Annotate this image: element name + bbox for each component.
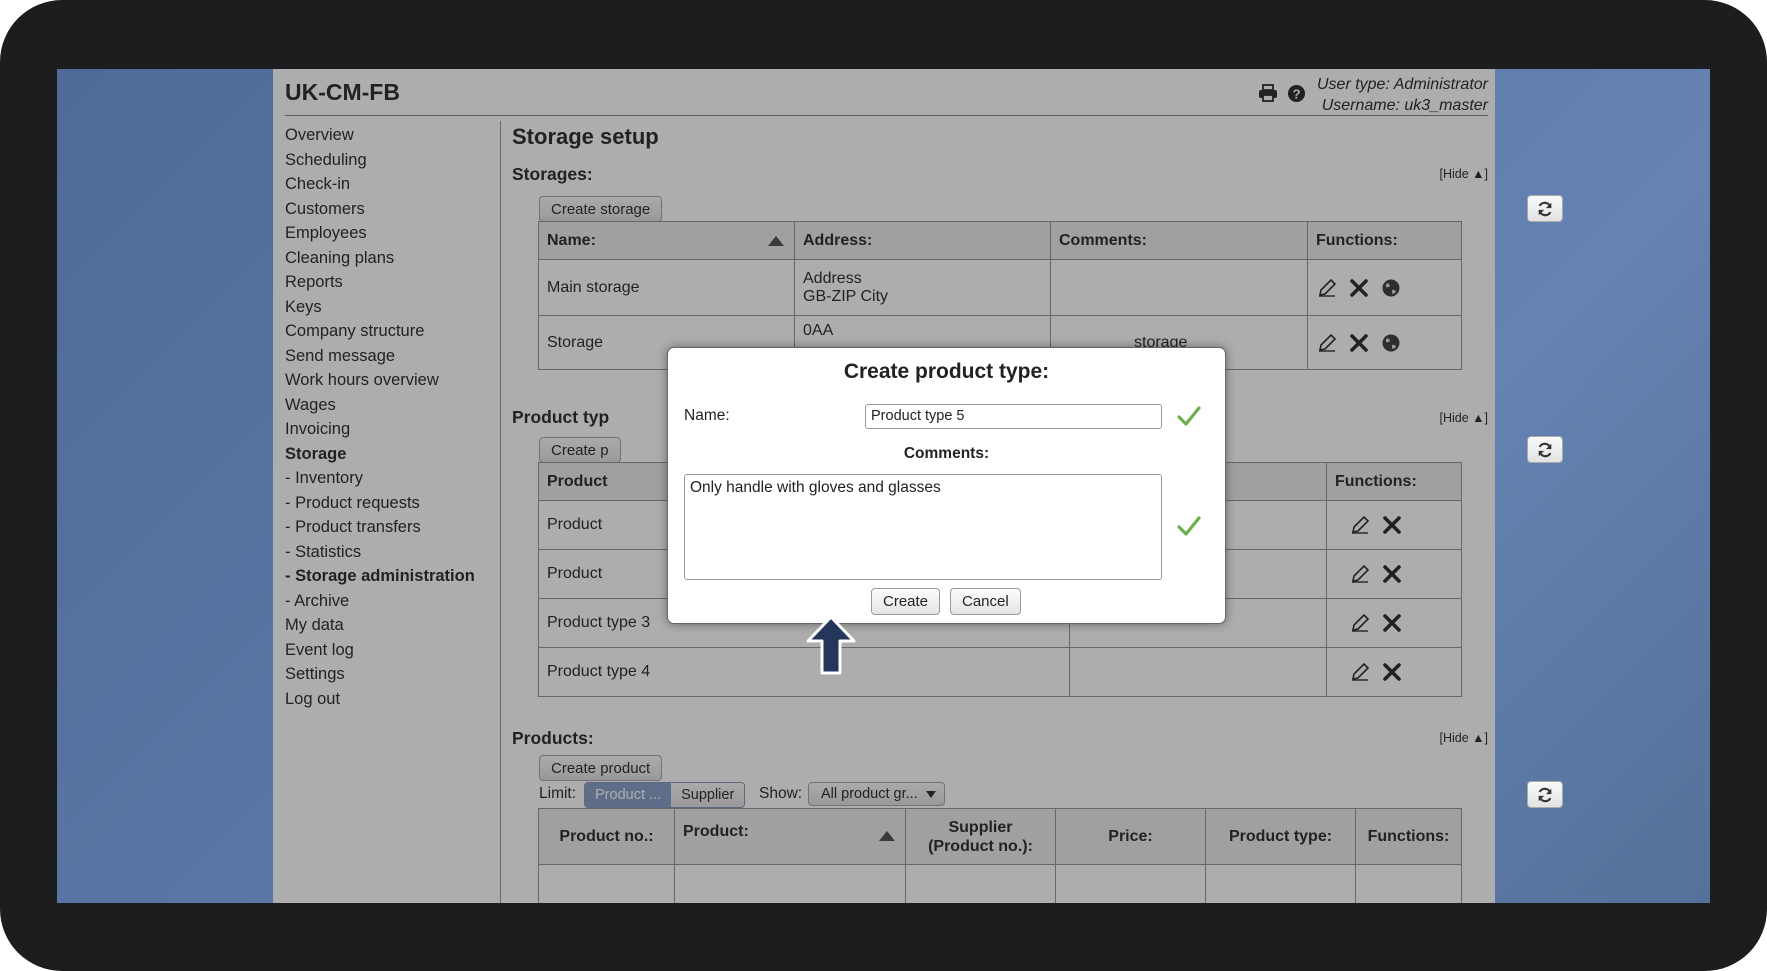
app-window: UK-CM-FB ? User type: Administrator User… — [273, 69, 1563, 903]
create-product-type-dialog: Create product type: Name: Product type … — [667, 347, 1226, 624]
product-types-refresh-button[interactable] — [1527, 436, 1563, 463]
dialog-title: Create product type: — [843, 360, 1050, 383]
cancel-button[interactable]: Cancel — [950, 588, 1021, 615]
refresh-icon — [1538, 201, 1552, 216]
name-input[interactable]: Product type 5 — [865, 404, 1162, 429]
create-button[interactable]: Create — [871, 588, 941, 615]
check-icon — [1177, 516, 1201, 536]
comments-textarea[interactable]: Only handle with gloves and glasses — [684, 474, 1162, 580]
pointer-arrow-icon — [806, 615, 856, 675]
storages-refresh-button[interactable] — [1527, 195, 1563, 222]
desktop-background: UK-CM-FB ? User type: Administrator User… — [57, 69, 1710, 903]
refresh-icon — [1538, 442, 1552, 457]
products-refresh-button[interactable] — [1527, 781, 1563, 808]
device-frame: UK-CM-FB ? User type: Administrator User… — [0, 0, 1767, 971]
comments-label: Comments: — [903, 445, 990, 462]
name-label: Name: — [684, 407, 730, 424]
check-icon — [1177, 406, 1201, 426]
refresh-icon — [1538, 787, 1552, 802]
